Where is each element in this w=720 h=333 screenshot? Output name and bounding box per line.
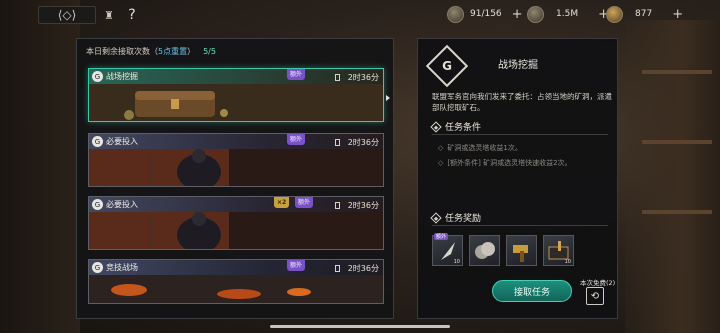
quota-reset-time: 5点重置: [158, 47, 188, 56]
mission-title: 战场挖掘: [106, 72, 138, 81]
conditions-title: 任务条件: [445, 123, 482, 133]
mission-emblem-icon: G: [425, 44, 469, 88]
hourglass-icon: [334, 265, 340, 272]
mission-timer: 2时36分: [334, 72, 379, 83]
quota-prefix: 本日剩余接取次数（: [86, 47, 158, 56]
timer-text: 2时36分: [347, 264, 379, 273]
add-gold-button[interactable]: +: [672, 7, 683, 22]
selection-arrow-icon: [386, 95, 390, 101]
condition-mark-icon: ◇: [438, 159, 444, 167]
reward-slot[interactable]: [506, 235, 537, 266]
rewards-title: 任务奖励: [445, 214, 482, 224]
rewards-heading: 任务奖励: [430, 211, 482, 224]
emblem-letter: G: [442, 59, 452, 73]
hourglass-icon: [334, 74, 340, 81]
mission-list-panel: 本日剩余接取次数（5点重置） 5/5 G 战场挖掘 额外 2时36分 G 必要投入…: [76, 38, 394, 319]
extra-tag: 额外: [434, 233, 449, 240]
extra-badge: 额外: [287, 260, 306, 271]
extra-badge: 额外: [287, 134, 306, 145]
currency-value: 1.5M: [556, 9, 579, 19]
refresh-free-label: 本次免费(2): [580, 279, 616, 287]
detail-description: 联盟军务官向我们发来了委托：占领当地的矿洞，派遣部队挖取矿石。: [432, 92, 612, 112]
shelf: [642, 70, 712, 74]
shelf: [642, 140, 712, 144]
mission-type-icon: G: [92, 262, 103, 273]
reward-slot[interactable]: [469, 235, 500, 266]
hourglass-icon: [334, 202, 340, 209]
condition-text: 矿洞或选灵塔收益1次。: [447, 144, 522, 152]
divider: [432, 225, 608, 226]
base-button[interactable]: ♜: [100, 6, 118, 24]
hammer-item-icon: [513, 245, 528, 262]
mission-type-icon: G: [92, 71, 103, 82]
timer-text: 2时36分: [347, 138, 379, 147]
diamond-icon: [430, 120, 442, 133]
hourglass-icon: [334, 139, 340, 146]
add-energy-button[interactable]: +: [512, 7, 523, 22]
currency-value: 91/156: [470, 9, 502, 19]
help-button[interactable]: ?: [122, 5, 142, 25]
mission-title: 必要投入: [106, 200, 138, 209]
currency-gold: 877 +: [606, 5, 683, 23]
mission-card-required-investment[interactable]: G 必要投入 额外 2时36分: [88, 133, 384, 187]
castle-icon: ♜: [104, 8, 114, 22]
gold-coin-icon: [606, 5, 623, 23]
mission-timer: 2时36分: [334, 137, 379, 148]
reward-slot[interactable]: 10: [543, 235, 574, 266]
quota-suffix: ）: [187, 47, 196, 56]
extra-badge: 额外: [295, 197, 314, 208]
mission-timer: 2时36分: [334, 263, 379, 274]
condition-item: ◇ [额外条件] 矿洞或选灵塔快速收益2次。: [438, 158, 572, 168]
diamond-icon: [430, 211, 442, 224]
silver-coin-icon: [527, 5, 544, 23]
condition-item: ◇ 矿洞或选灵塔收益1次。: [438, 143, 522, 153]
mission-timer: 2时36分: [334, 200, 379, 211]
energy-icon: [447, 5, 464, 23]
reward-slot[interactable]: 额外 10: [432, 233, 463, 266]
double-reward-badge: ×2: [274, 197, 290, 208]
currency-value: 877: [635, 9, 653, 19]
mission-title: 竞技战场: [106, 263, 138, 272]
reward-count: 10: [453, 259, 460, 265]
top-bar: ⟨◇⟩ ♜ ? 91/156 + 1.5M + 877 +: [0, 0, 720, 30]
extra-badge: 额外: [287, 69, 306, 80]
quota-count: 5/5: [203, 47, 216, 56]
conditions-heading: 任务条件: [430, 120, 482, 133]
mission-type-icon: G: [92, 199, 103, 210]
background-bookshelf: [625, 20, 720, 333]
accept-mission-button[interactable]: 接取任务: [492, 280, 572, 302]
background-left: [0, 0, 80, 333]
timer-text: 2时36分: [347, 73, 379, 82]
mission-type-icon: G: [92, 136, 103, 147]
mission-card-battlefield-dig[interactable]: G 战场挖掘 额外 2时36分: [88, 68, 384, 122]
refresh-button[interactable]: ⟲: [586, 287, 604, 305]
mission-card-required-investment-x2[interactable]: G 必要投入 ×2 额外 2时36分: [88, 196, 384, 250]
mission-detail-panel: G 战场挖掘 联盟军务官向我们发来了委托：占领当地的矿洞，派遣部队挖取矿石。 任…: [417, 38, 618, 319]
refresh-icon: ⟲: [590, 290, 600, 302]
detail-title: 战场挖掘: [498, 60, 538, 71]
reward-count: 10: [564, 259, 571, 265]
shelf: [642, 210, 712, 214]
back-button[interactable]: ⟨◇⟩: [38, 6, 96, 24]
daily-quota: 本日剩余接取次数（5点重置） 5/5: [86, 46, 216, 57]
home-indicator[interactable]: [270, 325, 450, 328]
condition-text: [额外条件] 矿洞或选灵塔快速收益2次。: [447, 159, 572, 167]
mission-card-arena-battlefield[interactable]: G 竞技战场 额外 2时36分: [88, 259, 384, 304]
back-arrow-icon: ⟨◇⟩: [57, 8, 77, 22]
coin-stack-icon: [475, 242, 495, 259]
currency-energy: 91/156 +: [447, 5, 523, 23]
currency-silver: 1.5M +: [527, 5, 609, 23]
divider: [432, 134, 608, 135]
timer-text: 2时36分: [347, 201, 379, 210]
condition-mark-icon: ◇: [438, 144, 444, 152]
mission-title: 必要投入: [106, 137, 138, 146]
